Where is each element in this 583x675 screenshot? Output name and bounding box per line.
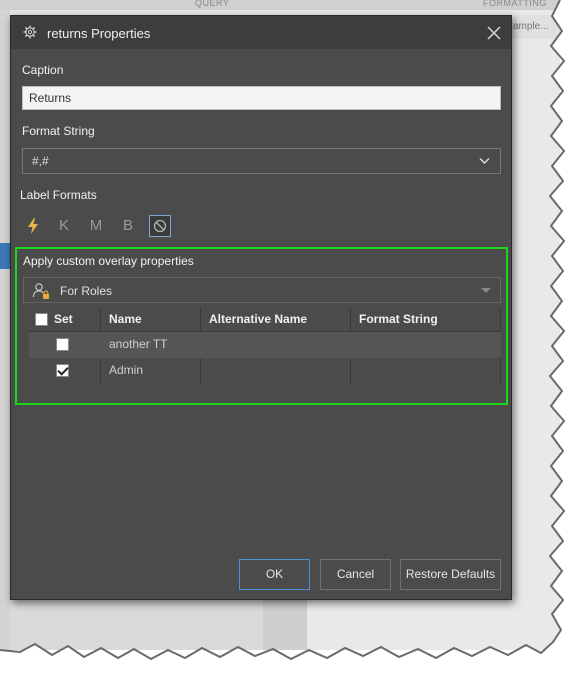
grid-header: Set Name Alternative Name Format String xyxy=(29,307,501,332)
column-header-format-string: Format String xyxy=(359,312,438,326)
caption-label: Caption xyxy=(22,63,64,77)
background-tab-query: QUERY xyxy=(195,0,230,8)
background-left-selected-row xyxy=(0,243,10,269)
background-left-panel xyxy=(0,10,10,650)
background-right-strip: ample... xyxy=(511,15,560,39)
table-row: Admin xyxy=(29,358,501,384)
lightning-icon xyxy=(28,218,38,234)
format-string-value: #,# xyxy=(32,154,49,168)
gear-icon xyxy=(23,25,37,39)
column-header-name: Name xyxy=(109,312,142,326)
label-formats-label: Label Formats xyxy=(20,188,97,202)
column-header-set: Set xyxy=(54,312,73,326)
close-icon[interactable] xyxy=(485,24,503,42)
caption-input[interactable]: Returns xyxy=(22,86,501,110)
dropdown-arrow-icon xyxy=(481,288,491,293)
roles-select[interactable]: For Roles xyxy=(23,277,501,303)
billions-format-button[interactable]: B xyxy=(117,215,139,237)
no-format-icon xyxy=(153,219,167,233)
millions-format-button[interactable]: M xyxy=(85,215,107,237)
background-lower-divider xyxy=(263,600,307,650)
overlay-label: Apply custom overlay properties xyxy=(23,254,194,268)
format-string-select[interactable]: #,# xyxy=(22,148,501,174)
properties-dialog: returns Properties Caption Returns Forma… xyxy=(10,15,512,600)
restore-defaults-button[interactable]: Restore Defaults xyxy=(400,559,501,590)
dialog-title: returns Properties xyxy=(47,26,151,41)
background-tab-formatting: FORMATTING xyxy=(483,0,547,8)
thousands-format-button[interactable]: K xyxy=(53,215,75,237)
select-all-checkbox[interactable] xyxy=(35,313,48,326)
row-set-checkbox[interactable] xyxy=(56,364,69,377)
row-name: another TT xyxy=(109,337,168,351)
ok-button[interactable]: OK xyxy=(239,559,310,590)
chevron-down-icon xyxy=(479,157,490,165)
row-set-checkbox[interactable] xyxy=(56,338,69,351)
roles-grid: Set Name Alternative Name Format String … xyxy=(29,307,501,385)
dialog-titlebar: returns Properties xyxy=(11,16,511,49)
row-name: Admin xyxy=(109,363,144,377)
user-lock-icon xyxy=(32,283,49,299)
table-row: another TT xyxy=(29,332,501,358)
no-format-button[interactable] xyxy=(149,215,171,237)
format-string-label: Format String xyxy=(22,124,95,138)
column-header-alternative-name: Alternative Name xyxy=(209,312,308,326)
background-lower-area xyxy=(10,600,306,650)
cancel-button[interactable]: Cancel xyxy=(320,559,391,590)
auto-format-button[interactable] xyxy=(22,215,44,237)
roles-select-value: For Roles xyxy=(60,284,113,298)
background-tab-bar: QUERY FORMATTING xyxy=(0,0,560,10)
